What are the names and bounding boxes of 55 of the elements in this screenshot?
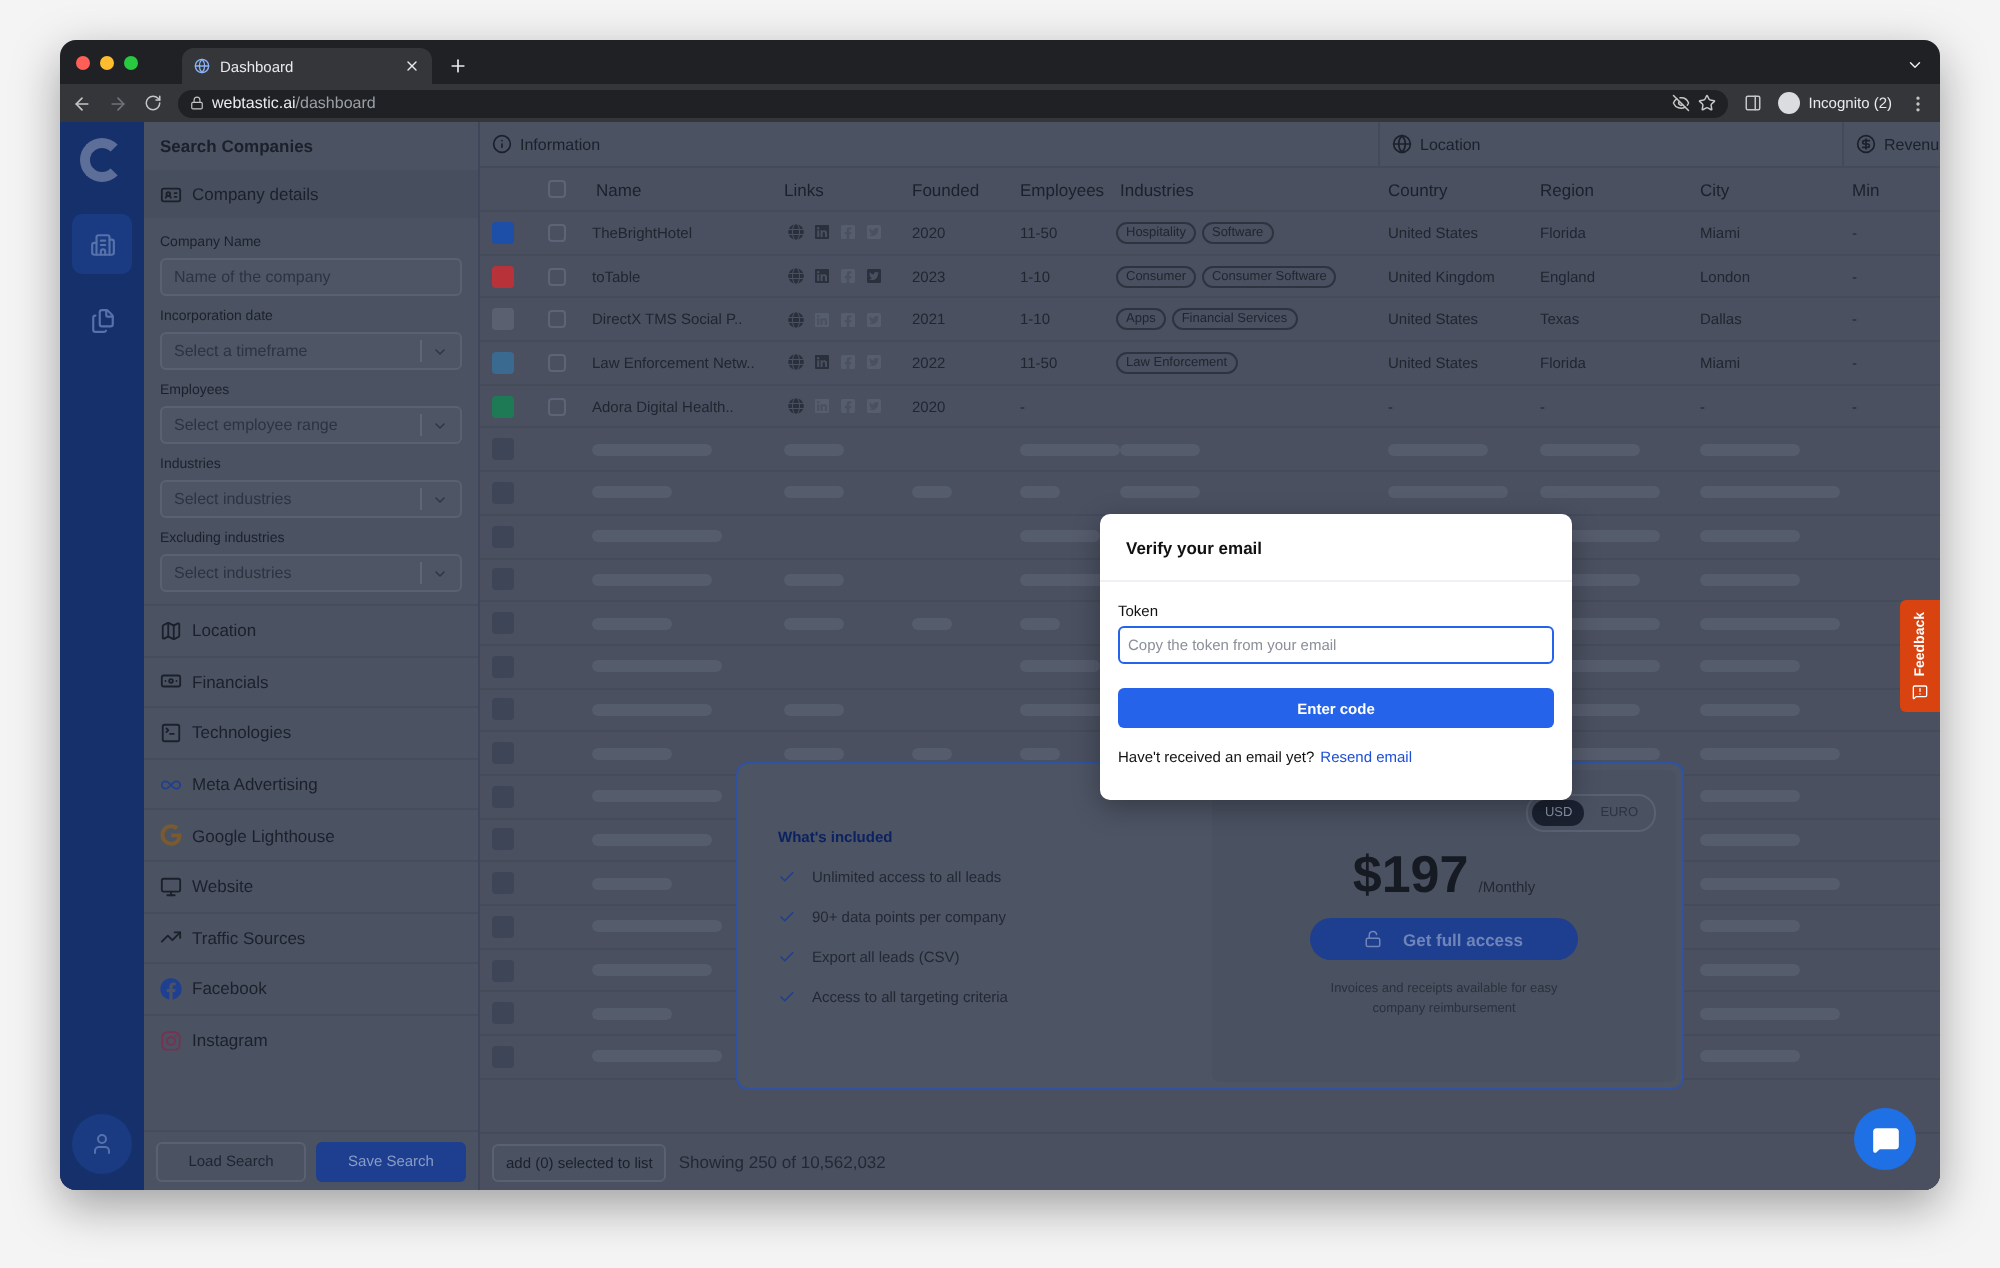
link-icon[interactable] xyxy=(814,268,830,285)
maximize-window-button[interactable] xyxy=(124,55,138,69)
site-icon xyxy=(194,58,210,74)
category-icon xyxy=(160,619,182,642)
category-icon xyxy=(160,721,182,744)
link-icon[interactable] xyxy=(866,268,882,285)
close-window-button[interactable] xyxy=(76,55,90,69)
id-card-icon xyxy=(160,183,182,205)
group-icon xyxy=(492,134,512,154)
new-tab-icon[interactable] xyxy=(448,56,468,76)
forward-icon[interactable] xyxy=(108,93,128,113)
back-icon[interactable] xyxy=(72,93,92,113)
check-icon xyxy=(778,948,796,966)
building-icon xyxy=(89,231,115,257)
category-icon xyxy=(160,670,182,693)
company-logo xyxy=(492,221,514,244)
category-icon xyxy=(160,1029,182,1052)
address-field[interactable]: webtastic.ai/dashboard xyxy=(178,89,1729,117)
close-icon[interactable] xyxy=(404,58,420,74)
lock-icon xyxy=(190,96,204,110)
company-logo xyxy=(492,395,514,418)
price: $197 xyxy=(1352,844,1469,906)
get-access-button[interactable]: Get full access xyxy=(1310,918,1578,960)
category-icon xyxy=(160,875,182,898)
dialog-title: Verify your email xyxy=(1100,514,1572,582)
user-button[interactable] xyxy=(72,1114,132,1174)
link-icon[interactable] xyxy=(788,268,804,285)
chevron-down-icon[interactable] xyxy=(1906,56,1924,74)
side-panel-icon[interactable] xyxy=(1744,94,1763,112)
nav-button[interactable] xyxy=(72,214,132,274)
reload-icon[interactable] xyxy=(144,94,162,112)
check-icon xyxy=(778,908,796,926)
category-icon xyxy=(160,824,182,847)
star-icon[interactable] xyxy=(1698,94,1717,112)
company-logo xyxy=(492,351,514,374)
group-icon xyxy=(1392,134,1412,154)
group-icon xyxy=(1856,134,1876,154)
link-icon[interactable] xyxy=(788,354,804,371)
link-icon[interactable] xyxy=(788,398,804,415)
link-icon[interactable] xyxy=(814,354,830,371)
eye-off-icon[interactable] xyxy=(1672,94,1691,112)
chat-icon xyxy=(1871,1125,1899,1153)
user-icon xyxy=(90,1132,114,1156)
link-icon[interactable] xyxy=(788,311,804,328)
link-icon[interactable] xyxy=(814,224,830,241)
check-icon xyxy=(778,868,796,886)
unlock-icon xyxy=(1364,930,1383,948)
company-logo xyxy=(492,265,514,288)
chat-button[interactable] xyxy=(1854,1108,1916,1170)
feedback-icon xyxy=(1912,683,1928,700)
link-icon[interactable] xyxy=(788,224,804,241)
minimize-window-button[interactable] xyxy=(100,55,114,69)
files-icon xyxy=(89,307,115,333)
category-icon xyxy=(160,977,182,1000)
check-icon xyxy=(778,988,796,1006)
